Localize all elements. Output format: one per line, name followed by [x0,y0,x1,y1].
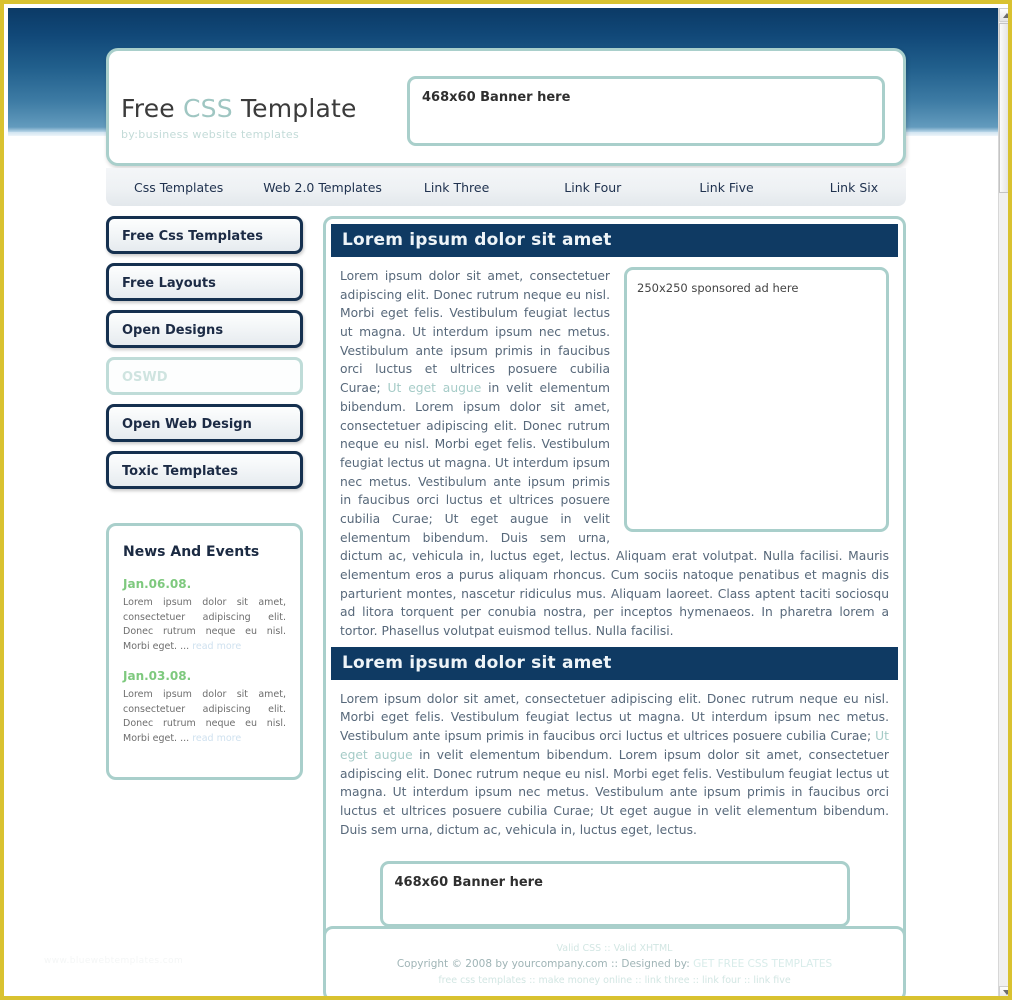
footer-links-line: free css templates :: make money online … [336,973,893,988]
footer-copyright-line: Copyright © 2008 by yourcompany.com :: D… [336,956,893,973]
news-read-more-link[interactable]: read more [192,641,241,652]
sidebar-item-open-web-design[interactable]: Open Web Design [106,404,303,442]
sidebar-item-open-designs[interactable]: Open Designs [106,310,303,348]
main-content: Lorem ipsum dolor sit amet 250x250 spons… [323,216,906,949]
footer-link-link-four[interactable]: link four [702,975,741,986]
nav-link-css-templates[interactable]: Css Templates [124,180,233,195]
section-heading-1: Lorem ipsum dolor sit amet [331,224,898,257]
bottom-banner-placeholder[interactable]: 468x60 Banner here [379,861,850,928]
browser-window-frame: Free CSS Template by:business website te… [0,0,1012,1000]
section-body-1: 250x250 sponsored ad here Lorem ipsum do… [331,257,898,647]
nav-item[interactable]: Link Three [414,180,499,195]
site-title-css: CSS [183,94,233,123]
footer-link-separator: :: [526,974,539,986]
nav-item[interactable]: Link Five [689,180,763,195]
footer-link-link-five[interactable]: link five [753,975,790,986]
vertical-scrollbar[interactable] [998,8,1008,996]
sidebar-item-free-layouts[interactable]: Free Layouts [106,263,303,301]
section2-paragraph-end: in velit elementum bibendum. Lorem ipsum… [340,747,889,837]
footer-link-separator: :: [689,974,703,986]
news-entry-text: Lorem ipsum dolor sit amet, consectetuer… [123,596,286,655]
valid-css-link[interactable]: Valid CSS [557,943,602,954]
site-title-free: Free [121,94,183,123]
left-sidebar: Free Css Templates Free Layouts Open Des… [106,216,306,780]
footer-link-separator: :: [632,974,645,986]
footer-link-link-three[interactable]: link three [645,975,690,986]
sponsored-ad-label: 250x250 sponsored ad here [637,281,799,295]
news-entry-date: Jan.03.08. [123,668,192,683]
main-navigation: Css Templates Web 2.0 Templates Link Thr… [106,168,906,206]
header-banner-label: 468x60 Banner here [422,90,571,105]
footer-validation-line: Valid CSS :: Valid XHTML [336,941,893,956]
news-entry-text: Lorem ipsum dolor sit amet, consectetuer… [123,688,286,747]
section2-paragraph-start: Lorem ipsum dolor sit amet, consectetuer… [340,691,889,744]
valid-xhtml-link[interactable]: Valid XHTML [614,943,673,954]
news-entry: Jan.03.08. Lorem ipsum dolor sit amet, c… [123,669,286,747]
site-header: Free CSS Template by:business website te… [106,48,906,166]
page-watermark: www.bluewebtemplates.com [44,956,184,966]
nav-item[interactable]: Link Six [820,180,888,195]
site-subtitle: by:business website templates [121,128,300,141]
footer-copyright-text: Copyright © 2008 by yourcompany.com :: D… [396,958,694,971]
news-and-events-box: News And Events Jan.06.08. Lorem ipsum d… [106,523,303,780]
sponsored-ad-placeholder[interactable]: 250x250 sponsored ad here [624,267,889,532]
section1-inline-link[interactable]: Ut eget augue [388,381,482,395]
nav-item[interactable]: Link Four [554,180,631,195]
nav-link-link-five[interactable]: Link Five [689,180,763,195]
news-box-title: News And Events [123,544,260,560]
nav-item[interactable]: Web 2.0 Templates [253,180,392,195]
nav-item[interactable]: Css Templates [124,180,233,195]
scrollbar-thumb[interactable] [999,23,1008,193]
sidebar-item-oswd[interactable]: OSWD [106,357,303,395]
section1-paragraph-start: Lorem ipsum dolor sit amet, consectetuer… [340,269,610,396]
news-entry: Jan.06.08. Lorem ipsum dolor sit amet, c… [123,577,286,655]
section-heading-2: Lorem ipsum dolor sit amet [331,646,898,680]
footer-separator: :: [601,943,614,954]
logo-block[interactable]: Free CSS Template by:business website te… [121,96,357,141]
scroll-up-arrow-icon[interactable] [999,8,1008,22]
bottom-banner-label: 468x60 Banner here [394,875,543,891]
header-banner-placeholder[interactable]: 468x60 Banner here [407,76,885,146]
footer-link-separator: :: [740,974,754,986]
news-entry-date: Jan.06.08. [123,577,192,591]
footer-link-free-css-templates[interactable]: free css templates [438,975,526,986]
sidebar-item-toxic-templates[interactable]: Toxic Templates [106,451,303,489]
nav-link-web-20-templates[interactable]: Web 2.0 Templates [253,180,392,195]
footer-link-make-money-online[interactable]: make money online [539,975,633,986]
page-viewport: Free CSS Template by:business website te… [8,8,1008,996]
news-read-more-link[interactable]: read more [192,733,241,744]
site-footer: Valid CSS :: Valid XHTML Copyright © 200… [323,926,906,996]
sidebar-item-free-css-templates[interactable]: Free Css Templates [106,216,303,254]
nav-list: Css Templates Web 2.0 Templates Link Thr… [106,168,906,206]
section-body-2: Lorem ipsum dolor sit amet, consectetuer… [331,680,898,846]
nav-link-link-four[interactable]: Link Four [554,180,631,195]
site-title-template: Template [232,94,357,123]
nav-link-link-six[interactable]: Link Six [820,180,888,195]
site-title: Free CSS Template [121,96,357,121]
scroll-down-arrow-icon[interactable] [999,986,1008,996]
designer-credit-link[interactable]: GET FREE CSS TEMPLATES [693,958,832,970]
nav-link-link-three[interactable]: Link Three [414,180,499,195]
